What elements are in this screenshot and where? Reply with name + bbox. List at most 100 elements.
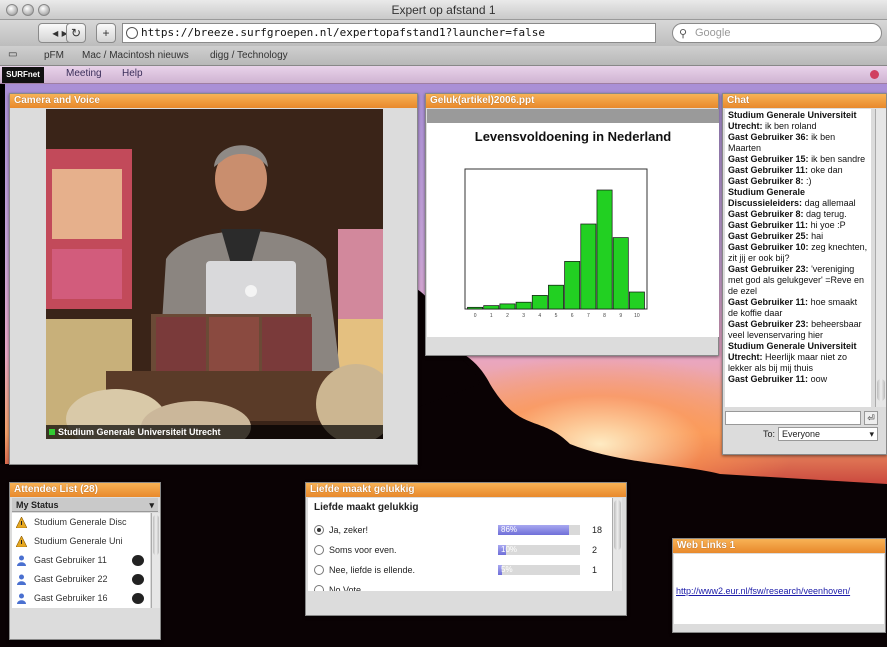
poll-vote-count: 2 (592, 545, 598, 555)
attendee-row[interactable]: Studium Generale Uni (12, 532, 150, 551)
attendee-scrollbar-thumb[interactable] (153, 515, 159, 555)
chat-message: Studium Generale Discussieleiders: dag a… (728, 187, 868, 209)
chat-message: Studium Generale Universiteit Utrecht: i… (728, 110, 868, 132)
participant-icon (17, 593, 26, 604)
site-favicon-icon (126, 27, 138, 39)
chat-message: Gast Gebruiker 8: :) (728, 176, 868, 187)
poll-option[interactable]: Ja, zeker! 86% 18 (314, 522, 614, 538)
attendee-row[interactable]: Gast Gebruiker 22 (12, 570, 150, 589)
slide-canvas: Levensvoldoening in Nederland 0 1 2 3 4 5 6 7 8 9… (427, 123, 719, 337)
attendee-scrollbar[interactable] (151, 513, 160, 608)
webcam-icon (132, 593, 144, 604)
host-warning-icon (16, 536, 27, 547)
chart-bar (548, 284, 564, 310)
bookmarks-bar: ▭ pFM Mac / Macintosh nieuws digg / Tech… (0, 46, 887, 66)
poll-scrollbar-thumb[interactable] (614, 500, 621, 550)
chart-tick-label: 1 (490, 313, 493, 319)
browser-toolbar: ◂ ▸ ↻ + https://breeze.surfgroepen.nl/ex… (0, 20, 887, 46)
poll-option[interactable]: Nee, liefde is ellende. 5% 1 (314, 562, 614, 578)
chart-tick-label: 4 (538, 313, 541, 319)
attendee-row[interactable]: Gast Gebruiker 11 (12, 551, 150, 570)
attendee-row[interactable]: Studium Generale Disc (12, 513, 150, 532)
poll-radio[interactable] (314, 565, 324, 575)
chat-message-input[interactable] (725, 411, 861, 425)
chat-message: Gast Gebruiker 23: 'vereniging met god a… (728, 264, 868, 297)
attendee-row[interactable]: Gast Gebruiker 16 (12, 589, 150, 608)
chat-message-text: oke dan (810, 165, 843, 175)
presentation-pod-title: Geluk(artikel)2006.ppt (426, 94, 718, 108)
camera-caption-bar: Studium Generale Universiteit Utrecht (46, 425, 383, 439)
chat-message-sender: Gast Gebruiker 36: (728, 132, 809, 142)
web-links-body: http://www2.eur.nl/fsw/research/veenhove… (674, 554, 884, 624)
chart-tick-label: 7 (587, 313, 590, 319)
chat-message-sender: Gast Gebruiker 15: (728, 154, 809, 164)
bookmark-digg[interactable]: digg / Technology (210, 50, 288, 61)
surfnet-logo: SURFnet (2, 67, 44, 83)
host-warning-icon (16, 517, 27, 528)
poll-result-bar: 86% (498, 525, 580, 535)
speaker-video-frame (46, 109, 383, 439)
chat-message-sender: Gast Gebruiker 23: (728, 264, 809, 274)
webcam-icon (132, 574, 144, 585)
address-bar[interactable]: https://breeze.surfgroepen.nl/expertopaf… (122, 23, 656, 43)
poll-result-fill: 5% (498, 565, 513, 575)
poll-result-fill: 10% (498, 545, 517, 555)
chat-scrollbar[interactable] (875, 109, 886, 407)
chat-message-sender: Gast Gebruiker 8: (728, 209, 804, 219)
poll-scrollbar[interactable] (612, 498, 622, 591)
show-bookmarks-icon[interactable]: ▭ (8, 49, 17, 60)
search-field[interactable]: ⚲ Google (672, 23, 882, 43)
chat-message-text: ik ben roland (765, 121, 817, 131)
my-status-dropdown[interactable]: My Status ▾ (12, 498, 158, 512)
poll-pod-title: Liefde maakt gelukkig (306, 483, 626, 497)
participant-icon (17, 574, 26, 585)
chat-message-text: ik ben sandre (811, 154, 866, 164)
address-text: https://breeze.surfgroepen.nl/expertopaf… (141, 26, 545, 39)
chat-message: Gast Gebruiker 11: hoe smaakt de koffie … (728, 297, 868, 319)
web-links-pod-title: Web Links 1 (673, 539, 885, 553)
camera-voice-pod: Camera and Voice Studium Generale Univer… (9, 93, 418, 465)
poll-radio[interactable] (314, 545, 324, 555)
poll-option[interactable]: No Vote (314, 582, 614, 591)
menu-help[interactable]: Help (122, 68, 143, 79)
poll-option-label: Nee, liefde is ellende. (329, 565, 416, 575)
attendee-name: Gast Gebruiker 22 (34, 574, 108, 584)
my-status-label: My Status (16, 500, 59, 510)
reload-button[interactable]: ↻ (66, 23, 86, 43)
attendee-name: Gast Gebruiker 16 (34, 593, 108, 603)
menu-meeting[interactable]: Meeting (66, 68, 102, 79)
chat-message-sender: Gast Gebruiker 8: (728, 176, 804, 186)
poll-option[interactable]: Soms voor even. 10% 2 (314, 542, 614, 558)
slide-heading: Levensvoldoening in Nederland (474, 129, 672, 144)
presentation-pod: Geluk(artikel)2006.ppt Levensvoldoening … (425, 93, 719, 356)
web-links-pod: Web Links 1 http://www2.eur.nl/fsw/resea… (672, 538, 886, 633)
camera-caption-text: Studium Generale Universiteit Utrecht (58, 427, 221, 437)
add-bookmark-button[interactable]: + (96, 23, 116, 43)
chat-message: Gast Gebruiker 23: beheersbaar veel leve… (728, 319, 868, 341)
chart-bar (564, 261, 581, 310)
bookmark-mac-nieuws[interactable]: Mac / Macintosh nieuws (82, 50, 189, 61)
chart-tick-label: 3 (522, 313, 525, 319)
poll-result-bar: 10% (498, 545, 580, 555)
web-link[interactable]: http://www2.eur.nl/fsw/research/veenhove… (676, 586, 850, 596)
poll-radio[interactable] (314, 525, 324, 535)
chat-recipient-select[interactable]: Everyone ▾ (778, 427, 878, 441)
chart-tick-label: 6 (571, 313, 574, 319)
chat-recipient-value: Everyone (782, 429, 821, 439)
chart-tick-label: 10 (634, 313, 640, 319)
attendee-pod-title: Attendee List (28) (10, 483, 160, 497)
chat-message-sender: Gast Gebruiker 11: (728, 297, 809, 307)
poll-radio[interactable] (314, 585, 324, 591)
attendee-name: Studium Generale Uni (34, 536, 123, 546)
chat-message-text: hi yoe :P (810, 220, 846, 230)
chart-tick-label: 5 (555, 313, 558, 319)
chart-bar (515, 301, 532, 310)
chat-message: Gast Gebruiker 11: oow (728, 374, 868, 385)
webcam-icon (132, 555, 144, 566)
send-message-button[interactable]: ⏎ (864, 411, 878, 425)
chat-scrollbar-thumb[interactable] (877, 379, 885, 401)
bookmark-pfm[interactable]: pFM (44, 50, 64, 61)
chat-message: Gast Gebruiker 11: oke dan (728, 165, 868, 176)
chat-message-text: dag allemaal (804, 198, 856, 208)
chart-bar (499, 303, 516, 310)
